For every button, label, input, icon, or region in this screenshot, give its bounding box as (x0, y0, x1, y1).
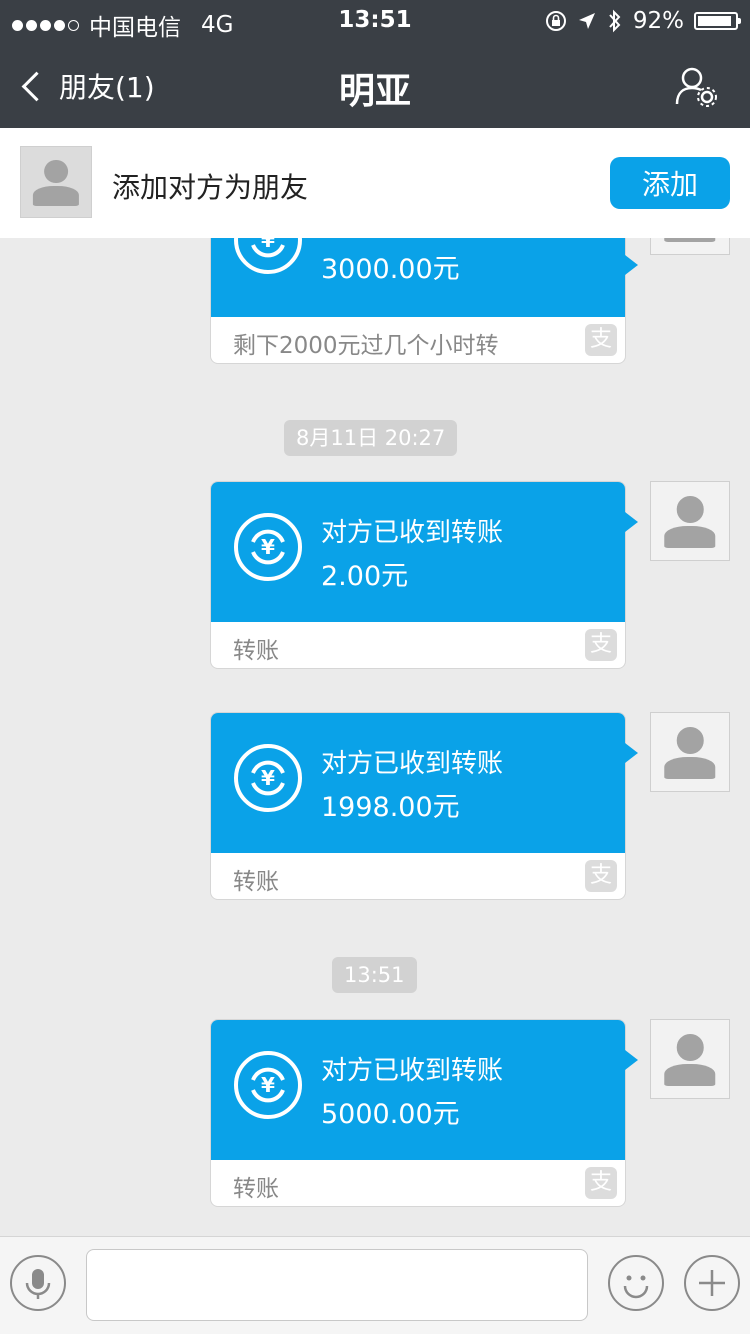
add-friend-button[interactable]: 添加 (610, 157, 730, 209)
transfer-footer: 转账 (233, 869, 279, 895)
alipay-icon: 支 (585, 860, 617, 892)
my-avatar[interactable] (650, 1019, 730, 1099)
transfer-amount: 1998.00元 (321, 792, 460, 823)
transfer-message[interactable]: ¥ 对方已收到转账 5000.00元 转账 支 (210, 1019, 638, 1207)
add-friend-prompt: 添加对方为朋友 (112, 171, 309, 204)
transfer-coin-icon: ¥ (234, 1051, 302, 1119)
transfer-status: 对方已收到转账 (321, 1056, 504, 1086)
voice-button[interactable] (10, 1255, 66, 1311)
add-friend-bar: 添加对方为朋友 添加 (0, 128, 750, 238)
transfer-message[interactable]: ¥ 3000.00元 剩下2000元过几个小时转 支 (210, 206, 638, 364)
transfer-footer: 转账 (233, 1176, 279, 1202)
page-title: 明亚 (338, 71, 411, 112)
status-bar: 中国电信 4G 13:51 92% (0, 0, 750, 41)
smiley-icon (623, 1275, 649, 1299)
emoji-button[interactable] (608, 1255, 664, 1311)
svg-text:¥: ¥ (261, 535, 275, 559)
message-input[interactable] (86, 1249, 588, 1321)
battery-percent: 92% (632, 8, 684, 34)
svg-text:¥: ¥ (261, 1073, 275, 1097)
alipay-icon: 支 (585, 1167, 617, 1199)
my-avatar[interactable] (650, 712, 730, 792)
transfer-amount: 5000.00元 (321, 1099, 460, 1130)
profile-settings-icon[interactable] (674, 64, 718, 108)
alipay-icon: 支 (585, 324, 617, 356)
microphone-icon (25, 1269, 51, 1299)
transfer-message[interactable]: ¥ 对方已收到转账 1998.00元 转账 支 (210, 712, 638, 900)
svg-text:¥: ¥ (261, 766, 275, 790)
bluetooth-icon (609, 9, 621, 33)
contact-avatar (20, 146, 92, 218)
transfer-status: 对方已收到转账 (321, 749, 504, 779)
battery-icon (694, 12, 741, 30)
transfer-footer: 转账 (233, 638, 279, 664)
more-button[interactable] (684, 1255, 740, 1311)
transfer-status: 对方已收到转账 (321, 518, 504, 548)
alipay-icon: 支 (585, 629, 617, 661)
my-avatar[interactable] (650, 481, 730, 561)
timestamp: 8月11日 20:27 (284, 420, 458, 456)
location-arrow-icon (578, 13, 595, 29)
message-input-bar (0, 1236, 750, 1334)
nav-bar: 朋友(1) 明亚 (0, 40, 750, 128)
timestamp: 13:51 (332, 957, 417, 993)
transfer-coin-icon: ¥ (234, 513, 302, 581)
plus-icon (699, 1270, 725, 1296)
transfer-message[interactable]: ¥ 对方已收到转账 2.00元 转账 支 (210, 481, 638, 669)
transfer-amount: 2.00元 (321, 561, 409, 592)
transfer-amount: 3000.00元 (321, 254, 460, 285)
rotation-lock-icon (545, 11, 566, 31)
transfer-footer: 剩下2000元过几个小时转 (233, 333, 499, 359)
transfer-coin-icon: ¥ (234, 744, 302, 812)
